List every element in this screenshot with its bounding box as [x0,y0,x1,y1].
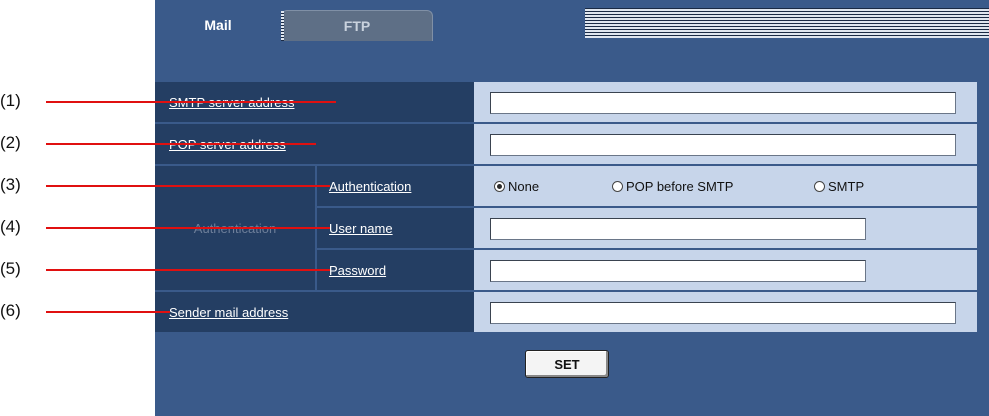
callout-number: (2) [0,133,21,152]
callout-line [46,185,330,187]
radio-none[interactable]: None [494,166,539,206]
tab-ftp[interactable]: FTP [281,10,433,41]
radio-pop-before-smtp[interactable]: POP before SMTP [612,166,733,206]
user-name-input[interactable] [490,218,866,240]
password-sublabel-cell: Password [315,250,474,290]
tab-strip-filler [585,8,989,38]
user-name-value-cell [474,208,977,248]
mail-settings-panel: Mail FTP SMTP server address POP server … [155,0,989,416]
set-button[interactable]: SET [525,350,609,378]
callout-line [46,269,330,271]
sender-value-cell [474,292,977,332]
password-input[interactable] [490,260,866,282]
authentication-link[interactable]: Authentication [329,179,411,194]
radio-smtp-label: SMTP [828,178,865,194]
radio-smtp[interactable]: SMTP [814,166,864,206]
callout-line [46,227,330,229]
callout-line [46,311,170,313]
callout-number: (6) [0,301,21,320]
pop-value-cell [474,124,977,164]
smtp-value-cell [474,82,977,122]
radio-pop-before-smtp-circle[interactable] [612,180,623,192]
pop-server-address-input[interactable] [490,134,956,156]
callout-line [46,143,316,145]
callout-number: (4) [0,217,21,236]
callout-number: (1) [0,91,21,110]
callout-number: (3) [0,175,21,194]
user-name-sublabel-cell: User name [315,208,474,248]
tab-mail[interactable]: Mail [155,8,281,42]
row-sender-mail: Sender mail address [155,292,977,332]
authentication-value-cell: None POP before SMTP SMTP [474,166,977,206]
radio-none-label: None [508,178,540,194]
radio-none-circle[interactable] [494,180,505,192]
callout-number: (5) [0,259,21,278]
authentication-sublabel-cell: Authentication [315,166,474,206]
radio-smtp-circle[interactable] [814,180,825,192]
password-value-cell [474,250,977,290]
user-name-link[interactable]: User name [329,221,393,236]
sender-mail-address-input[interactable] [490,302,956,324]
radio-pop-before-smtp-label: POP before SMTP [626,178,734,194]
callout-line [46,101,336,103]
password-link[interactable]: Password [329,263,386,278]
sender-mail-address-link[interactable]: Sender mail address [169,305,288,320]
sender-label-cell: Sender mail address [155,292,474,332]
smtp-server-address-input[interactable] [490,92,956,114]
